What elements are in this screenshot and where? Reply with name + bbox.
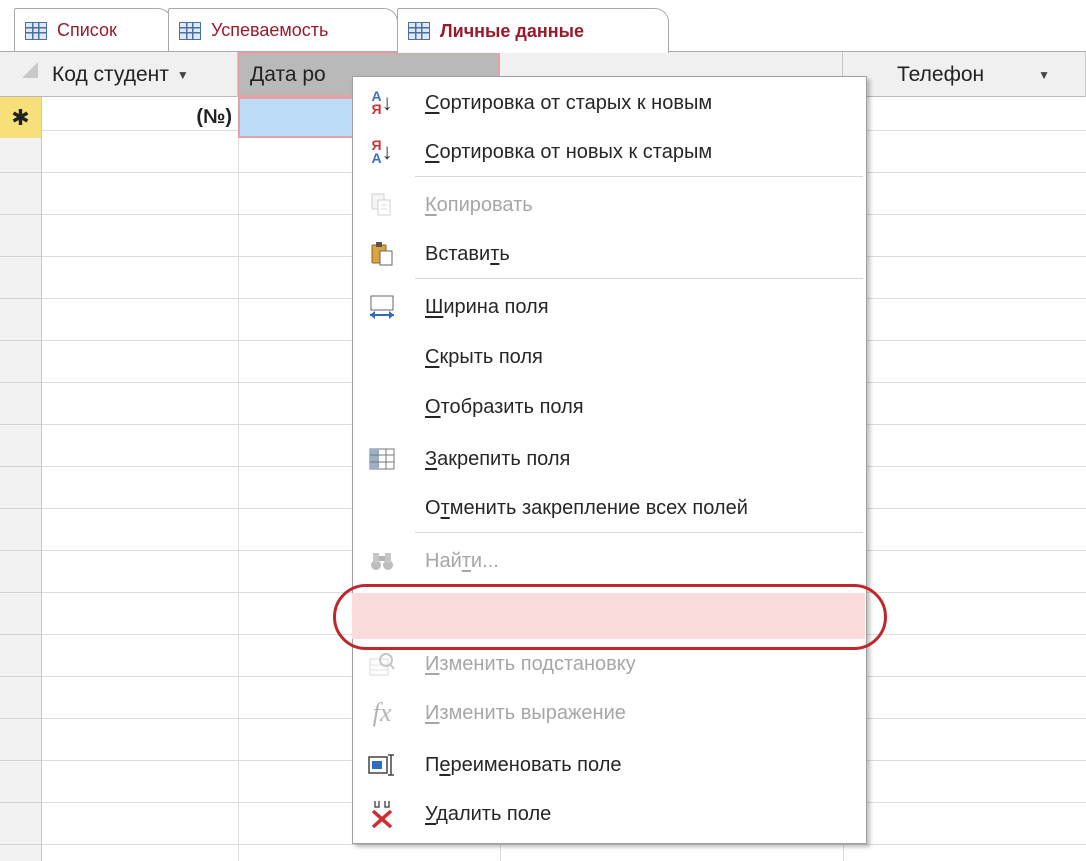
paste-icon [367,239,397,269]
menu-item-label: Отменить закрепление всех полей [425,496,748,519]
select-all-corner[interactable] [22,62,38,78]
menu-item-label: Удалить поле [425,802,552,825]
delete-field-icon [367,799,397,829]
freeze-fields-icon [367,444,397,474]
tab-lichnye-dannye[interactable]: Личные данные [397,8,669,53]
table-icon [408,22,430,40]
menu-item-9: Найти... [353,537,866,585]
menu-item-13[interactable]: Переименовать поле [353,741,866,789]
menu-item-12: fx Изменить выражение [353,689,866,737]
menu-item-label: Изменить подстановку [425,652,636,675]
menu-item-label: Сортировка от новых к старым [425,140,713,163]
menu-item-label: Копировать [425,193,533,216]
table-icon [25,21,47,40]
menu-item-5[interactable]: Скрыть поля [353,333,866,381]
menu-item-8[interactable]: Отменить закрепление всех полей [353,484,866,532]
menu-item-4[interactable]: Ширина поля [353,283,866,331]
menu-item-label: Ширина поля [425,295,549,318]
find-binoculars-icon [367,546,397,576]
modify-lookup-icon [367,649,397,679]
chevron-down-icon[interactable]: ▼ [177,68,189,82]
tab-label: Список [57,20,117,40]
menu-item-3[interactable]: Вставить [353,230,866,278]
menu-item-label: Скрыть поля [425,345,543,368]
tab-label: Успеваемость [211,20,329,40]
menu-item-label: Изменить выражение [425,701,626,724]
fx-icon: fx [372,698,392,727]
tab-label: Личные данные [440,20,584,41]
context-menu: А Я ↓ Сортировка от старых к новым Я А ↓ Сортир… [352,76,867,844]
autonumber-cell[interactable]: (№) [42,97,238,138]
column-header-phone[interactable]: Телефон ▼ [843,52,1086,97]
menu-item-label: Отобразить поля [425,395,584,418]
chevron-down-icon[interactable]: ▼ [1038,68,1050,82]
menu-item-label: Переименовать поле [425,753,622,776]
menu-item-14[interactable]: Удалить поле [353,790,866,838]
annotation-oval [333,584,887,650]
menu-item-label: Закрепить поля [425,447,571,470]
menu-item-label: Вставить [425,242,510,265]
column-divider [238,52,239,861]
menu-separator [415,176,863,177]
rename-field-icon [367,750,397,780]
column-header-label: Код студент [52,62,169,86]
new-record-marker: ✱ [0,97,42,138]
record-selector-column [0,52,42,861]
menu-item-label: Найти... [425,549,499,572]
tab-uspevaemost[interactable]: Успеваемость [168,8,398,52]
table-icon [179,21,201,40]
field-width-icon [367,292,397,322]
menu-item-0[interactable]: А Я ↓ Сортировка от старых к новым [353,79,866,127]
sort-ascending-icon: А Я ↓ [371,88,393,117]
menu-separator [415,278,863,279]
column-header-label: Дата ро [250,62,326,86]
menu-item-7[interactable]: Закрепить поля [353,435,866,483]
menu-item-label: Сортировка от старых к новым [425,91,713,114]
column-header-label: Телефон [897,62,985,86]
menu-item-1[interactable]: Я А ↓ Сортировка от новых к старым [353,128,866,176]
menu-separator [415,532,863,533]
menu-item-6[interactable]: Отобразить поля [353,383,866,431]
menu-item-2: Копировать [353,181,866,229]
column-header-student-code[interactable]: Код студент ▼ [42,52,238,97]
document-tabs: Список Успеваемость Личные данные [0,0,1086,53]
sort-descending-icon: Я А ↓ [371,137,393,166]
tab-spisok[interactable]: Список [14,8,172,52]
copy-icon [367,190,397,220]
